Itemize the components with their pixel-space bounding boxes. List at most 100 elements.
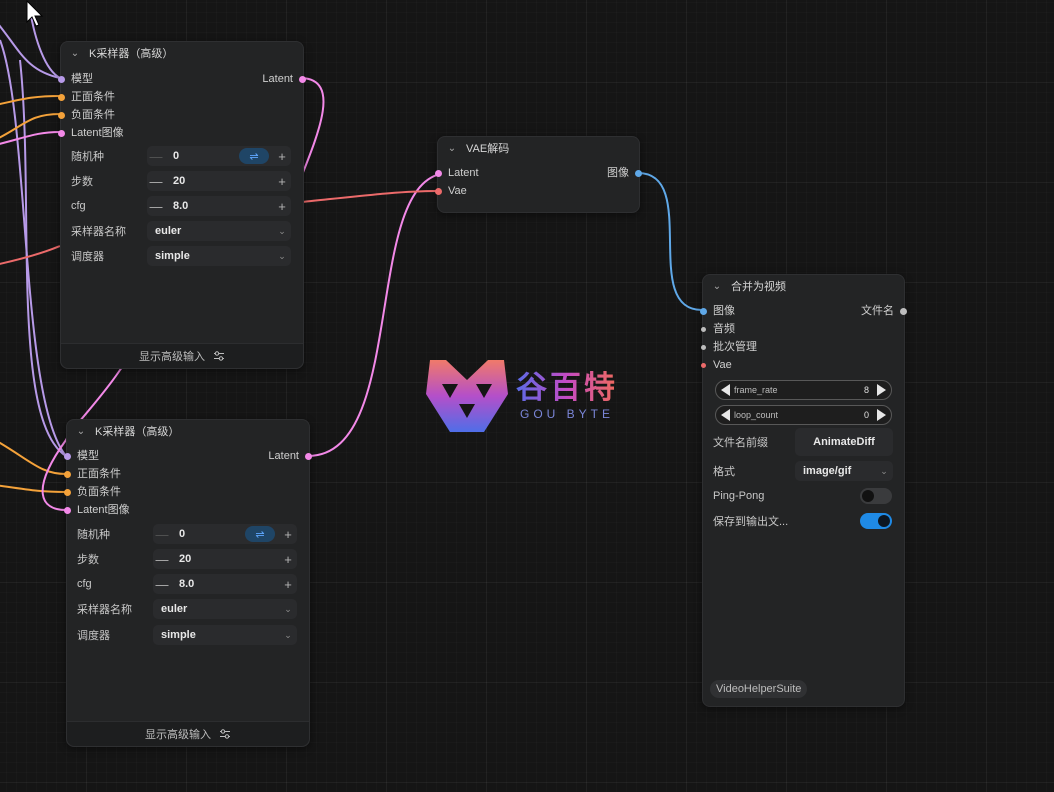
slot-label: 模型 [71,73,93,85]
seed-value[interactable]: 0 [165,150,239,162]
chevron-down-icon[interactable]: ⌄ [69,47,81,59]
slot-label: Latent图像 [77,504,130,516]
format-label: 格式 [713,466,735,478]
input-slot-audio[interactable]: 音频 [701,322,735,336]
plus-icon[interactable]: + [273,199,291,214]
node-header[interactable]: ⌄ K采样器（高级） [67,420,309,442]
input-slot-negative[interactable]: 负面条件 [58,108,115,122]
slot-label: 负面条件 [71,109,115,121]
slot-label: 图像 [607,167,629,179]
increment-arrow-icon[interactable] [877,409,886,421]
output-slot-image[interactable]: 图像 [607,166,642,180]
video-combine-node[interactable]: ⌄ 合并为视频 图像 音频 批次管理 Vae 文件名 frame_rate 8 … [700,274,907,707]
decrement-arrow-icon[interactable] [721,384,730,396]
input-slot-latent[interactable]: Latent图像 [64,503,130,517]
minus-icon[interactable]: — [147,174,165,189]
seed-number-widget[interactable]: — 0 ⇌ + [153,524,297,544]
seed-value[interactable]: 0 [171,528,245,540]
node-title: VAE解码 [466,143,510,155]
node-header[interactable]: ⌄ VAE解码 [438,137,639,159]
sampler-value: euler [161,603,188,615]
watermark-logo: 谷百特 GOU BYTE [424,354,618,438]
steps-number-widget[interactable]: — 20 + [147,171,291,191]
steps-value[interactable]: 20 [165,175,273,187]
ksampler-node-1[interactable]: ⌄ K采样器（高级） 模型 正面条件 负面条件 Latent图像 Latent … [58,41,306,369]
sampler-combo[interactable]: euler ⌄ [153,599,297,619]
sampler-label: 采样器名称 [77,604,132,616]
shuffle-icon[interactable]: ⇌ [239,148,269,164]
slot-label: 正面条件 [77,468,121,480]
seed-label: 随机种 [77,529,110,541]
input-slot-vae[interactable]: Vae [701,358,732,372]
loop-count-label: loop_count [734,410,779,420]
plus-icon[interactable]: + [273,174,291,189]
slot-label: 正面条件 [71,91,115,103]
ksampler-node-2[interactable]: ⌄ K采样器（高级） 模型 正面条件 负面条件 Latent图像 Latent … [64,419,312,747]
input-slot-model[interactable]: 模型 [58,72,93,86]
steps-value[interactable]: 20 [171,553,279,565]
input-slot-positive[interactable]: 正面条件 [64,467,121,481]
plus-icon[interactable]: + [273,149,291,164]
filename-prefix-value: AnimateDiff [813,436,875,448]
input-slot-latent[interactable]: Latent [435,166,479,180]
frame-rate-widget[interactable]: frame_rate 8 [715,380,892,400]
cfg-number-widget[interactable]: — 8.0 + [153,574,297,594]
frame-rate-value[interactable]: 8 [864,385,877,395]
sampler-label: 采样器名称 [71,226,126,238]
decrement-arrow-icon[interactable] [721,409,730,421]
increment-arrow-icon[interactable] [877,384,886,396]
input-slot-negative[interactable]: 负面条件 [64,485,121,499]
show-advanced-inputs-button[interactable]: 显示高级输入 [67,721,309,746]
steps-number-widget[interactable]: — 20 + [153,549,297,569]
output-slot-latent[interactable]: Latent [268,449,312,463]
input-slot-image[interactable]: 图像 [700,304,735,318]
loop-count-value[interactable]: 0 [864,410,877,420]
input-slot-positive[interactable]: 正面条件 [58,90,115,104]
wire-vae-1 [301,190,438,203]
input-slot-batch-manager[interactable]: 批次管理 [701,340,757,354]
plus-icon[interactable]: + [279,552,297,567]
chevron-down-icon[interactable]: ⌄ [446,142,458,154]
format-combo[interactable]: image/gif ⌄ [795,461,893,481]
cfg-number-widget[interactable]: — 8.0 + [147,196,291,216]
slot-label: 图像 [713,305,735,317]
chevron-down-icon[interactable]: ⌄ [711,280,723,292]
plus-icon[interactable]: + [279,577,297,592]
minus-icon[interactable]: — [147,149,165,164]
node-title: K采样器（高级） [89,48,174,60]
sampler-combo[interactable]: euler ⌄ [147,221,291,241]
node-header[interactable]: ⌄ 合并为视频 [703,275,904,297]
seed-number-widget[interactable]: — 0 ⇌ + [147,146,291,166]
vae-decode-node[interactable]: ⌄ VAE解码 Latent Vae 图像 [435,136,642,213]
wire-latent-in-1 [0,131,61,145]
node-header[interactable]: ⌄ K采样器（高级） [61,42,303,64]
filename-prefix-input[interactable]: AnimateDiff [795,428,893,456]
cfg-value[interactable]: 8.0 [165,200,273,212]
sliders-icon [214,351,224,361]
minus-icon[interactable]: — [153,527,171,542]
input-slot-latent[interactable]: Latent图像 [58,126,124,140]
scheduler-combo[interactable]: simple ⌄ [147,246,291,266]
save-output-toggle[interactable] [860,513,892,529]
save-output-label: 保存到输出文... [713,516,789,528]
minus-icon[interactable]: — [147,199,165,214]
loop-count-widget[interactable]: loop_count 0 [715,405,892,425]
plus-icon[interactable]: + [279,527,297,542]
slot-label: Latent [448,167,479,179]
input-slot-model[interactable]: 模型 [64,449,99,463]
scheduler-combo[interactable]: simple ⌄ [153,625,297,645]
cfg-value[interactable]: 8.0 [171,578,279,590]
scheduler-label: 调度器 [77,630,110,642]
shuffle-icon[interactable]: ⇌ [245,526,275,542]
chevron-down-icon: ⌄ [278,225,286,236]
minus-icon[interactable]: — [153,577,171,592]
pingpong-toggle[interactable] [860,488,892,504]
chevron-down-icon: ⌄ [284,603,292,614]
footer-label: 显示高级输入 [145,729,211,741]
output-slot-filename[interactable]: 文件名 [861,304,907,318]
minus-icon[interactable]: — [153,552,171,567]
chevron-down-icon[interactable]: ⌄ [75,425,87,437]
show-advanced-inputs-button[interactable]: 显示高级输入 [61,343,303,368]
input-slot-vae[interactable]: Vae [435,184,467,198]
output-slot-latent[interactable]: Latent [262,72,306,86]
